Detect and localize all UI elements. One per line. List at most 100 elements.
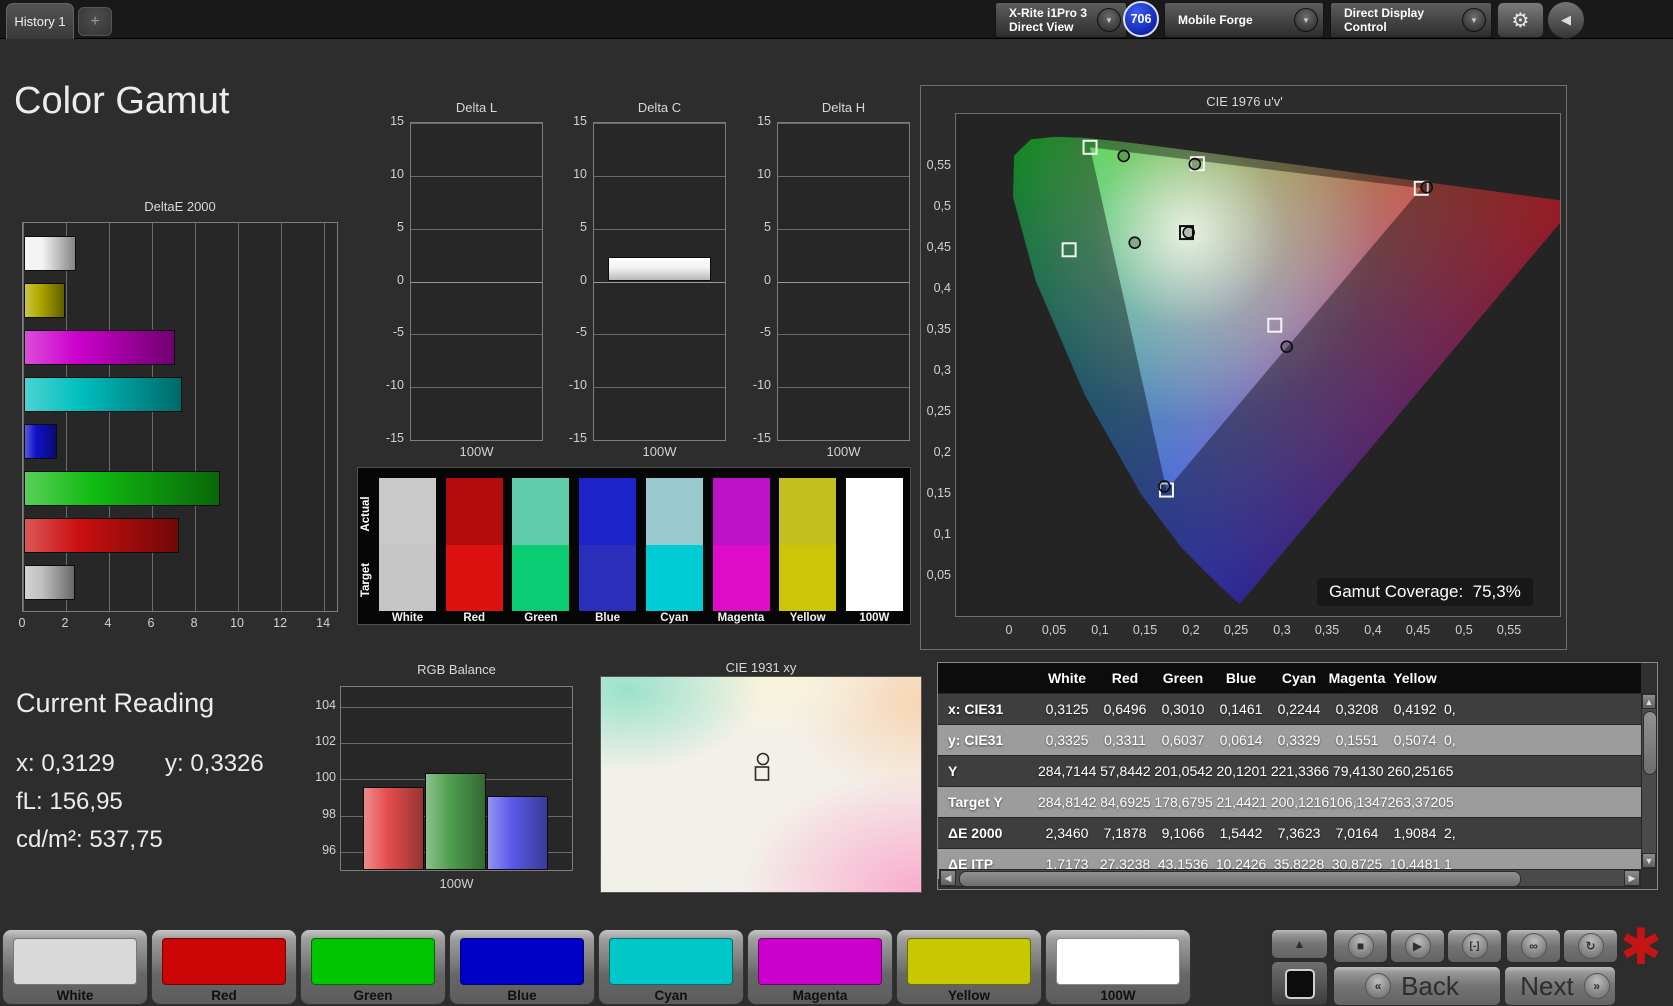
pattern-button-white[interactable]: White xyxy=(2,929,148,1005)
cell-value-clipped: 0, xyxy=(1444,701,1456,717)
pattern-button-red[interactable]: Red xyxy=(151,929,297,1005)
cell-value: 1,5442 xyxy=(1219,825,1263,841)
display-control-dropdown[interactable]: Direct Display Control ▼ xyxy=(1330,2,1492,38)
table-row: ΔE 2000 2,3460 7,1878 9,1066 1,5442 7,3623 7,0… xyxy=(938,817,1641,848)
cell-value: 201,0542 xyxy=(1154,763,1213,779)
reading-fL: fL: 156,95 xyxy=(16,788,123,815)
delta-y-tick: -15 xyxy=(752,431,771,445)
pattern-label: Magenta xyxy=(792,988,848,1003)
swatch-column-green: Green xyxy=(512,468,570,626)
gridline xyxy=(411,334,542,336)
reading-y: y: 0,3326 xyxy=(165,750,264,777)
settings-button[interactable]: ⚙ xyxy=(1497,2,1544,38)
next-button[interactable]: Next » xyxy=(1504,966,1616,1006)
meter-label: X-Rite i1Pro 3 Direct View xyxy=(1009,5,1088,34)
cell-value: 0,3208 xyxy=(1335,701,1379,717)
source-dropdown[interactable]: Mobile Forge ▼ xyxy=(1164,2,1324,38)
delta-y-tick: 15 xyxy=(757,114,771,128)
step-button[interactable]: [-] xyxy=(1447,929,1502,963)
deltae2000-x-tick: 2 xyxy=(61,616,69,630)
pattern-window-button[interactable]: ■ xyxy=(1271,961,1328,1006)
gridline xyxy=(778,440,909,441)
cell-value: 0,2244 xyxy=(1277,701,1321,717)
pattern-button-magenta[interactable]: Magenta xyxy=(747,929,893,1005)
swatch-label: Magenta xyxy=(717,612,765,624)
scroll-right-button[interactable]: ▶ xyxy=(1624,870,1640,886)
table-vertical-scrollbar[interactable]: ▲ ▼ xyxy=(1641,693,1657,869)
table-row: Y 284,7144 57,8442 201,0542 20,1201 221,3366 7… xyxy=(938,755,1641,786)
collapse-panel-button[interactable]: ◀ xyxy=(1547,1,1585,39)
cie1976-y-tick: 0,1 xyxy=(933,527,951,541)
column-header: Red xyxy=(1111,670,1139,686)
gridline xyxy=(341,706,572,708)
scroll-left-button[interactable]: ◀ xyxy=(940,870,956,886)
cie1976-x-tick: 0,15 xyxy=(1132,623,1158,637)
refresh-icon: ↻ xyxy=(1577,933,1604,959)
play-button[interactable]: ▶ xyxy=(1390,929,1445,963)
pattern-button-cyan[interactable]: Cyan xyxy=(598,929,744,1005)
table-horizontal-scrollbar[interactable]: ◀ ▶ xyxy=(939,869,1641,887)
pattern-button-100w[interactable]: 100W xyxy=(1045,929,1191,1005)
scroll-down-button[interactable]: ▼ xyxy=(1642,853,1656,868)
cie1931-diagram xyxy=(600,676,922,893)
measured-marker-blue xyxy=(1158,480,1171,493)
cie1976-y-tick: 0,5 xyxy=(933,199,951,213)
table-row: y: CIE31 0,3325 0,3311 0,6037 0,0614 0,3329 0,… xyxy=(938,724,1641,755)
pattern-button-blue[interactable]: Blue xyxy=(449,929,595,1005)
rgb-balance-x-label: 100W xyxy=(439,876,474,891)
stop-button[interactable]: ■ xyxy=(1333,929,1388,963)
cell-value: 21,4421 xyxy=(1216,794,1268,810)
pattern-button-green[interactable]: Green xyxy=(300,929,446,1005)
target-swatch xyxy=(579,545,637,611)
loop-button[interactable]: ∞ xyxy=(1506,929,1561,963)
cell-value-clipped: 5 xyxy=(1446,794,1454,810)
pattern-button-yellow[interactable]: Yellow xyxy=(896,929,1042,1005)
pattern-up-button[interactable]: ▲ xyxy=(1271,929,1328,959)
deltae-bar-red xyxy=(24,518,179,553)
gridline xyxy=(238,223,240,611)
scroll-thumb[interactable] xyxy=(1643,711,1657,775)
delta-y-tick: 0 xyxy=(397,272,404,287)
swatch-label: White xyxy=(391,612,424,624)
delta-chart-title: Delta C xyxy=(637,100,682,115)
display-control-label: Direct Display Control xyxy=(1344,5,1425,34)
delta-x-label: 100W xyxy=(826,444,861,459)
rgb-y-tick: 104 xyxy=(315,698,336,712)
swatch-column-100w: 100W xyxy=(845,468,903,626)
rgb-y-tick: 102 xyxy=(315,734,336,748)
gridline xyxy=(594,281,725,283)
scroll-thumb[interactable] xyxy=(959,871,1521,887)
tab-history-1[interactable]: History 1 xyxy=(6,3,74,39)
chevron-down-icon[interactable]: ▼ xyxy=(1462,8,1486,32)
meter-reading-badge: 706 xyxy=(1123,1,1159,37)
gridline xyxy=(778,228,909,230)
chevron-down-icon[interactable]: ▼ xyxy=(1097,8,1121,32)
cell-value: 57,8442 xyxy=(1100,763,1151,779)
delta-chart-title: Delta H xyxy=(821,100,866,115)
swatch-column-red: Red xyxy=(445,468,503,626)
cie1976-x-tick: 0,35 xyxy=(1314,623,1340,637)
cell-value-clipped: 0, xyxy=(1444,732,1456,748)
cie1976-x-tick: 0,55 xyxy=(1496,623,1522,637)
back-button[interactable]: « Back xyxy=(1333,966,1501,1006)
deltae2000-title: DeltaE 2000 xyxy=(144,199,216,214)
refresh-button[interactable]: ↻ xyxy=(1563,929,1618,963)
swatch-column-white: White xyxy=(379,468,436,626)
chevron-down-icon[interactable]: ▼ xyxy=(1294,8,1318,32)
scroll-up-button[interactable]: ▲ xyxy=(1642,694,1656,709)
cell-value: 7,1878 xyxy=(1103,825,1147,841)
cell-value: 263,3720 xyxy=(1387,794,1447,810)
meter-dropdown[interactable]: X-Rite i1Pro 3 Direct View ▼ xyxy=(995,2,1127,38)
gridline xyxy=(594,175,725,177)
deltae2000-chart xyxy=(22,222,338,612)
cie1976-x-tick: 0,4 xyxy=(1364,623,1382,637)
target-swatch xyxy=(845,545,903,611)
rgb-y-tick: 98 xyxy=(322,807,336,821)
add-tab-button[interactable]: + xyxy=(78,7,112,36)
row-label: ΔE 2000 xyxy=(948,825,1003,841)
target-swatch xyxy=(379,545,436,611)
delta-x-label: 100W xyxy=(642,444,677,459)
cell-value: 0,6037 xyxy=(1161,732,1205,748)
column-header: Yellow xyxy=(1393,670,1437,686)
delta-l-chart xyxy=(410,122,543,441)
